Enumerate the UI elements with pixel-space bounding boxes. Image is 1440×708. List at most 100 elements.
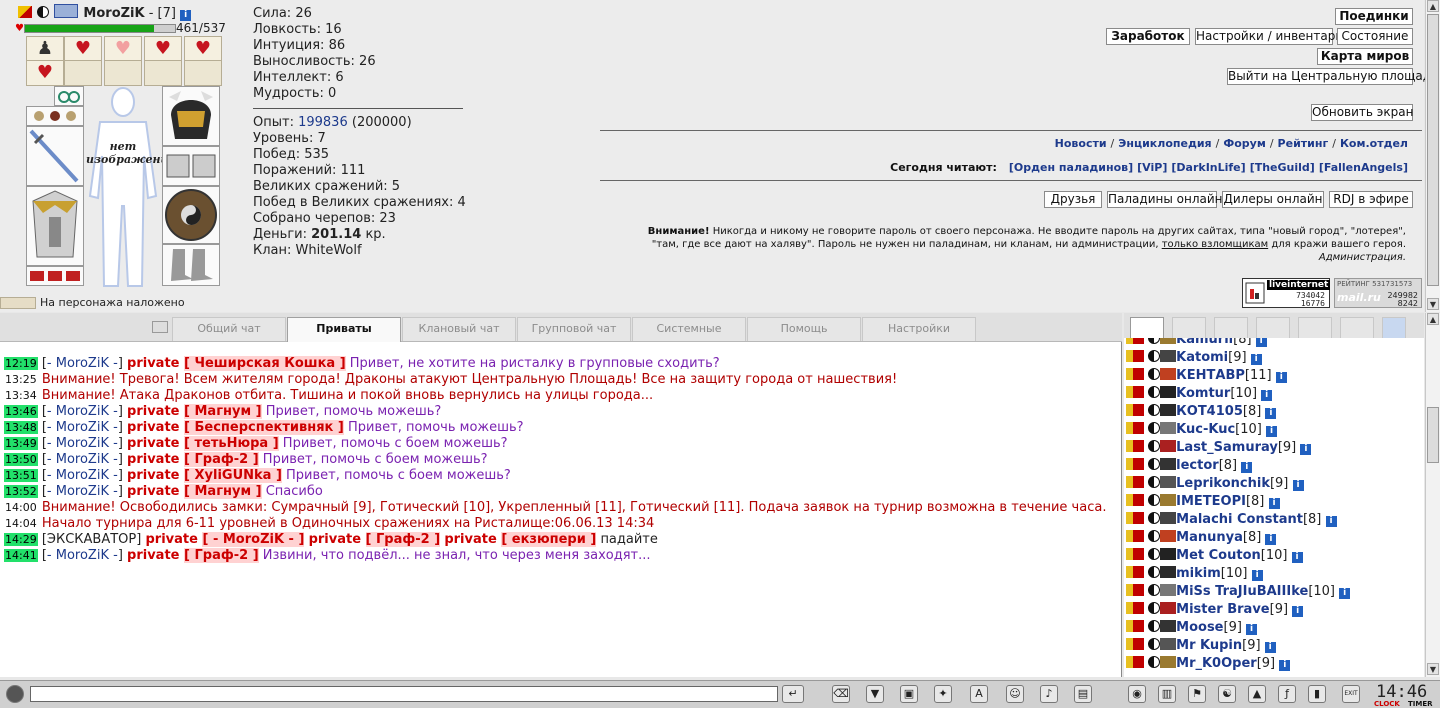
user-name[interactable]: Kuc-Kuc <box>1176 422 1235 437</box>
clan-emblem-icon[interactable] <box>1160 638 1177 650</box>
user-row[interactable]: Katomi[9] i <box>1126 350 1262 368</box>
nav-link-commerce[interactable]: Ком.отдел <box>1340 137 1408 150</box>
user-name[interactable]: Mr_K0Oper <box>1176 656 1257 671</box>
private-tag[interactable]: private [ Граф-2 ] <box>309 532 441 547</box>
buff-slot-heart[interactable]: ♥ <box>144 36 182 62</box>
dealers-online-button[interactable]: Дилеры онлайн <box>1222 191 1324 208</box>
user-row[interactable]: MiSs TraJIuBAIIIke[10] i <box>1126 584 1351 602</box>
private-arrow-icon[interactable] <box>1126 386 1144 398</box>
top-scrollbar[interactable]: ▲ ▼ <box>1425 0 1440 312</box>
tab-help[interactable]: Помощь <box>747 317 861 341</box>
private-arrow-icon[interactable] <box>1126 638 1144 650</box>
user-name[interactable]: Kamurii <box>1176 338 1233 347</box>
info-icon[interactable]: i <box>180 10 192 21</box>
lock-icon[interactable]: ▲ <box>1248 685 1266 703</box>
userlist-scrollbar[interactable]: ▲ ▼ <box>1425 313 1440 677</box>
clan-emblem-icon[interactable] <box>1160 404 1177 416</box>
clan-emblem-icon[interactable] <box>1160 386 1177 398</box>
clan-emblem-icon[interactable] <box>1160 602 1177 614</box>
user-row[interactable]: КЕНТАВР[11] i <box>1126 368 1287 386</box>
message-time[interactable]: 13:25 <box>4 373 38 386</box>
flag-tab-icon[interactable] <box>1298 317 1332 339</box>
nav-link-news[interactable]: Новости <box>1055 137 1107 150</box>
shield-slot[interactable] <box>162 186 220 244</box>
message-time[interactable]: 13:49 <box>4 437 38 450</box>
private-tag[interactable]: private [ екзюпери ] <box>444 532 597 547</box>
character-name[interactable]: MoroZiK <box>83 6 144 21</box>
nav-link-forum[interactable]: Форум <box>1223 137 1266 150</box>
amulet-slot[interactable] <box>54 86 84 106</box>
central-square-button[interactable]: Выйти на Центральную площадь <box>1227 68 1438 85</box>
users-tab-icon[interactable] <box>1130 317 1164 339</box>
clan-emblem-icon[interactable] <box>1160 458 1177 470</box>
nav-link-encyclopedia[interactable]: Энциклопедия <box>1118 137 1211 150</box>
message-time[interactable]: 13:48 <box>4 421 38 434</box>
user-row[interactable]: Mr_K0Oper[9] i <box>1126 656 1291 674</box>
friends-tab-icon[interactable] <box>1172 317 1206 339</box>
message-time[interactable]: 13:50 <box>4 453 38 466</box>
swords-tab-icon[interactable] <box>1340 317 1374 339</box>
info-icon[interactable]: i <box>1265 534 1277 545</box>
buff-slot-heart[interactable]: ♥ <box>184 36 222 62</box>
message-time[interactable]: 13:34 <box>4 389 38 402</box>
smiles-icon[interactable]: ☺ <box>1006 685 1024 703</box>
reading-clan[interactable]: [Орден паладинов] <box>1009 161 1133 174</box>
chat-bubble-icon[interactable] <box>152 321 168 333</box>
tab-settings[interactable]: Настройки <box>862 317 976 341</box>
chat-log-icon[interactable]: ▤ <box>1074 685 1092 703</box>
save-icon[interactable]: ▣ <box>900 685 918 703</box>
buff-slot-assassin[interactable]: ♟ <box>26 36 64 62</box>
private-arrow-icon[interactable] <box>1126 512 1144 524</box>
private-tag[interactable]: private [ - MoroZiK - ] <box>145 532 305 547</box>
refresh-tab-icon[interactable] <box>1382 317 1406 339</box>
private-tag[interactable]: private [ Магнум ] <box>127 484 262 499</box>
user-row[interactable]: Komtur[10] i <box>1126 386 1273 404</box>
f-icon[interactable]: ƒ <box>1278 685 1296 703</box>
private-arrow-icon[interactable] <box>1126 548 1144 560</box>
user-row[interactable]: Mr Kupin[9] i <box>1126 638 1276 656</box>
private-arrow-icon[interactable] <box>1126 566 1144 578</box>
info-icon[interactable]: i <box>1241 462 1253 473</box>
info-icon[interactable]: i <box>1265 408 1277 419</box>
message-nick[interactable]: - MoroZiK - <box>47 484 118 499</box>
message-time[interactable]: 14:00 <box>4 501 38 514</box>
message-time[interactable]: 12:19 <box>4 357 38 370</box>
friends-button[interactable]: Друзья <box>1044 191 1102 208</box>
message-nick[interactable]: - MoroZiK - <box>47 404 118 419</box>
reading-clan[interactable]: [ViP] <box>1137 161 1167 174</box>
message-nick[interactable]: - MoroZiK - <box>47 436 118 451</box>
state-button[interactable]: Состояние <box>1337 28 1413 45</box>
filter-icon[interactable]: ▼ <box>866 685 884 703</box>
clan-emblem-icon[interactable] <box>1160 476 1177 488</box>
tab-clan-chat[interactable]: Клановый чат <box>402 317 516 341</box>
clan-emblem-icon[interactable] <box>1160 620 1177 632</box>
user-row[interactable]: Mister Brave[9] i <box>1126 602 1304 620</box>
user-row[interactable]: Moose[9] i <box>1126 620 1258 638</box>
clan-emblem-icon[interactable] <box>1160 512 1177 524</box>
user-name[interactable]: Mr Kupin <box>1176 638 1242 653</box>
info-icon[interactable]: i <box>1325 516 1337 527</box>
user-name[interactable]: MiSs TraJIuBAIIIke <box>1176 584 1308 599</box>
private-arrow-icon[interactable] <box>1126 656 1144 668</box>
clan-emblem-icon[interactable] <box>1160 440 1177 452</box>
user-row[interactable]: КОТ4105[8] i <box>1126 404 1277 422</box>
info-icon[interactable]: i <box>1339 588 1351 599</box>
private-tag[interactable]: private [ Чеширская Кошка ] <box>127 356 346 371</box>
info-icon[interactable]: i <box>1275 372 1287 383</box>
user-name[interactable]: lector <box>1176 458 1219 473</box>
user-row[interactable]: Leprikonchik[9] i <box>1126 476 1304 494</box>
reading-clan[interactable]: [TheGuild] <box>1250 161 1315 174</box>
user-row[interactable]: Kuc-Kuc[10] i <box>1126 422 1277 440</box>
sound-icon[interactable]: ♪ <box>1040 685 1058 703</box>
clan-emblem-icon[interactable] <box>1160 350 1177 362</box>
building-tab-icon[interactable] <box>1256 317 1290 339</box>
chat-input[interactable] <box>30 686 778 702</box>
private-arrow-icon[interactable] <box>1126 602 1144 614</box>
reading-clan[interactable]: [FallenAngels] <box>1319 161 1408 174</box>
private-tag[interactable]: private [ тетьНюра ] <box>127 436 279 451</box>
info-icon[interactable]: i <box>1264 642 1276 653</box>
scroll-thumb[interactable] <box>1427 407 1439 463</box>
belt-slot[interactable] <box>26 266 84 286</box>
private-arrow-icon[interactable] <box>1126 494 1144 506</box>
private-arrow-icon[interactable] <box>1126 458 1144 470</box>
